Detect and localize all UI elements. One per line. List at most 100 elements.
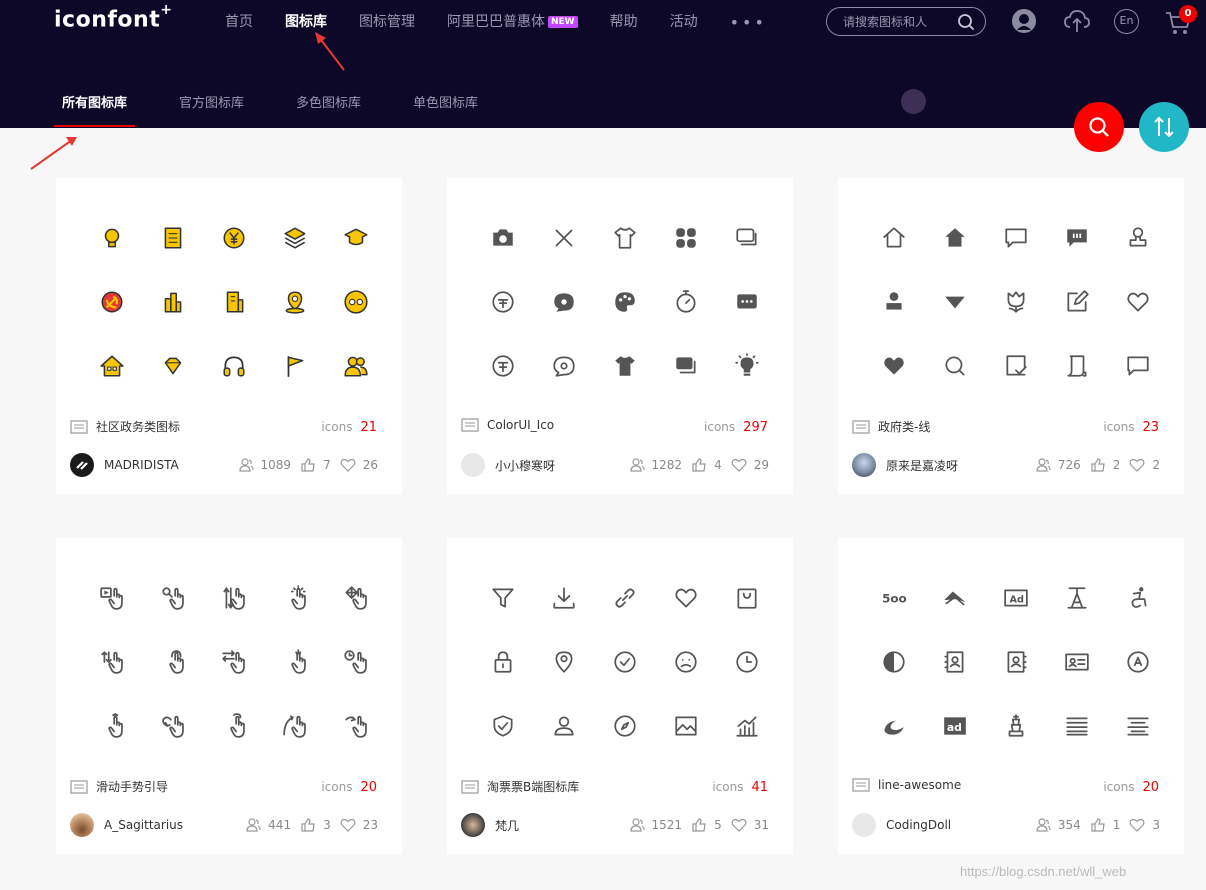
icon-library-card[interactable]: 社区政务类图标 icons 21 MADRIDISTA 1089 7 26 <box>56 178 402 494</box>
library-author[interactable]: A_Sagittarius <box>70 813 183 837</box>
aerial-icon[interactable] <box>924 566 985 630</box>
tab-official-libraries[interactable]: 官方图标库 <box>171 92 252 127</box>
library-author[interactable]: 原来是嘉凌呀 <box>852 453 958 477</box>
icon-library-card[interactable]: 滑动手势引导 icons 20 A_Sagittarius 441 3 23 <box>56 538 402 854</box>
scroll-icon[interactable] <box>1046 334 1107 398</box>
party-emblem-icon[interactable] <box>81 270 142 334</box>
chat-outline-icon[interactable] <box>533 334 594 398</box>
nav-item-help[interactable]: 帮助 <box>610 12 638 32</box>
thumbs-up-icon[interactable] <box>1090 457 1106 473</box>
thumbs-up-icon[interactable] <box>300 457 316 473</box>
check-circle-icon[interactable] <box>594 630 655 694</box>
bulb-icon[interactable] <box>81 206 142 270</box>
library-author[interactable]: 小小穆寒呀 <box>461 453 555 477</box>
floating-search-button[interactable] <box>1074 102 1124 152</box>
headphones-icon[interactable] <box>203 334 264 398</box>
press-hand-icon[interactable] <box>264 630 325 694</box>
avatar[interactable] <box>852 453 876 477</box>
tshirt-icon[interactable] <box>594 206 655 270</box>
comments-icon[interactable] <box>716 206 777 270</box>
address-card-icon[interactable] <box>1046 630 1107 694</box>
comment-filled-icon[interactable] <box>1046 206 1107 270</box>
nav-item-activity[interactable]: 活动 <box>670 12 698 32</box>
flag-icon[interactable] <box>264 334 325 398</box>
home-filled-icon[interactable] <box>924 206 985 270</box>
home-icon[interactable] <box>863 206 924 270</box>
clock-hand-icon[interactable] <box>325 630 386 694</box>
house-icon[interactable] <box>81 334 142 398</box>
lock-icon[interactable] <box>472 630 533 694</box>
iconfont-logo[interactable]: iconfont+ <box>54 2 172 32</box>
diamond-icon[interactable] <box>142 334 203 398</box>
notebook-icon[interactable] <box>142 206 203 270</box>
library-title[interactable]: ColorUI_Ico <box>461 418 554 432</box>
swipe-up-hand-icon[interactable] <box>81 630 142 694</box>
user-icon[interactable] <box>533 694 594 758</box>
coin-outline-icon[interactable] <box>472 334 533 398</box>
hold-hand-icon[interactable] <box>203 694 264 758</box>
align-center-icon[interactable] <box>1107 694 1168 758</box>
heart-icon[interactable] <box>731 817 747 833</box>
library-author[interactable]: CodingDoll <box>852 813 951 837</box>
thumbs-up-icon[interactable] <box>691 817 707 833</box>
icon-library-card[interactable]: ColorUI_Ico icons 297 小小穆寒呀 1282 4 29 <box>447 178 793 494</box>
library-title[interactable]: 淘票票B端图标库 <box>461 778 579 795</box>
filter-icon[interactable] <box>472 566 533 630</box>
zoom-hand-icon[interactable] <box>142 566 203 630</box>
chess-icon[interactable] <box>985 694 1046 758</box>
heart-icon[interactable] <box>1129 457 1145 473</box>
sanity-icon[interactable] <box>863 694 924 758</box>
stopwatch-icon[interactable] <box>655 270 716 334</box>
library-author[interactable]: MADRIDISTA <box>70 453 179 477</box>
swipe-horizontal-hand-icon[interactable] <box>203 630 264 694</box>
heart-icon[interactable] <box>731 457 747 473</box>
image-icon[interactable] <box>655 694 716 758</box>
floating-sort-button[interactable] <box>1139 102 1189 152</box>
typo-icon[interactable] <box>1046 566 1107 630</box>
move-hand-icon[interactable] <box>325 566 386 630</box>
checklist-icon[interactable] <box>985 334 1046 398</box>
point-up-hand-icon[interactable] <box>81 694 142 758</box>
avatar[interactable] <box>461 453 485 477</box>
avatar[interactable] <box>70 453 94 477</box>
address-book-alt-icon[interactable] <box>985 630 1046 694</box>
tap-hand-icon[interactable] <box>264 566 325 630</box>
tab-all-libraries[interactable]: 所有图标库 <box>54 92 136 127</box>
nav-item-icon-management[interactable]: 图标管理 <box>359 12 415 32</box>
avatar-icon[interactable] <box>1011 8 1037 34</box>
search-icon[interactable] <box>924 334 985 398</box>
avatar[interactable] <box>852 813 876 837</box>
message-icon[interactable] <box>716 270 777 334</box>
message-square-icon[interactable] <box>1107 334 1168 398</box>
buildings-icon[interactable] <box>142 270 203 334</box>
play-hand-icon[interactable] <box>81 566 142 630</box>
rotate-hand-icon[interactable] <box>142 694 203 758</box>
face-icon[interactable] <box>325 270 386 334</box>
nav-item-home[interactable]: 首页 <box>225 12 253 32</box>
tab-multicolor-libraries[interactable]: 多色图标库 <box>288 92 369 127</box>
tulip-icon[interactable] <box>985 270 1046 334</box>
swipe-vertical-hand-icon[interactable] <box>203 566 264 630</box>
nav-item-alibaba-font[interactable]: 阿里巴巴普惠体 NEW <box>447 12 578 32</box>
link-icon[interactable] <box>594 566 655 630</box>
office-building-icon[interactable] <box>203 270 264 334</box>
flick-hand-icon[interactable] <box>264 694 325 758</box>
yen-coin-icon[interactable] <box>203 206 264 270</box>
layers-icon[interactable] <box>264 206 325 270</box>
500px-icon[interactable]: 5oo <box>863 566 924 630</box>
search-input[interactable] <box>843 13 955 31</box>
icon-library-card[interactable]: 5oo Ad ad line-awesome icons 20 CodingDoll … <box>838 538 1184 854</box>
thumbs-up-icon[interactable] <box>691 457 707 473</box>
library-title[interactable]: line-awesome <box>852 778 961 792</box>
lightbulb-icon[interactable] <box>716 334 777 398</box>
heart-icon[interactable] <box>340 457 356 473</box>
heart-icon[interactable] <box>340 817 356 833</box>
camera-icon[interactable] <box>472 206 533 270</box>
avatar[interactable] <box>461 813 485 837</box>
shield-check-icon[interactable] <box>472 694 533 758</box>
language-en-icon[interactable]: En <box>1114 9 1139 34</box>
align-justify-icon[interactable] <box>1046 694 1107 758</box>
heart-filled-icon[interactable] <box>863 334 924 398</box>
edit-icon[interactable] <box>1046 270 1107 334</box>
tshirt-filled-icon[interactable] <box>594 334 655 398</box>
